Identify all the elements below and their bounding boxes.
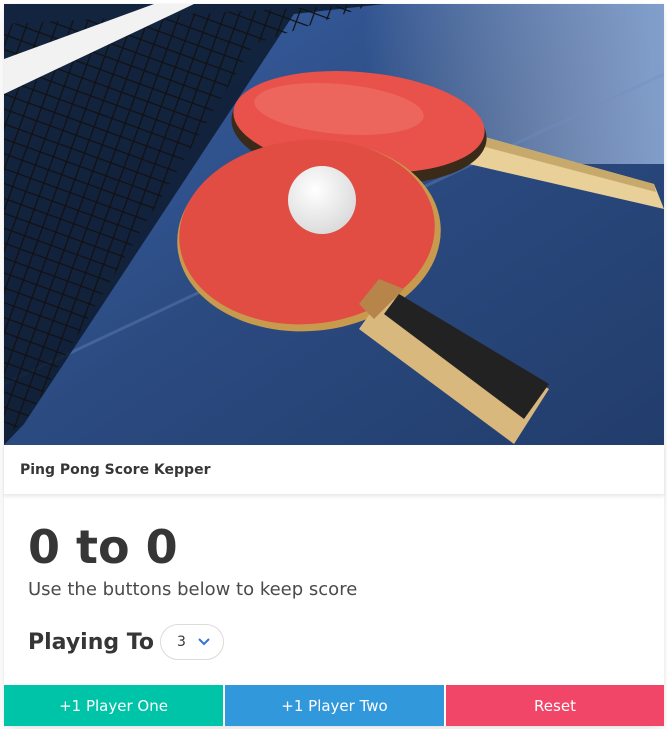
add-player-two-button[interactable]: +1 Player Two — [225, 685, 444, 726]
card-header-title: Ping Pong Score Kepper — [20, 461, 211, 478]
add-player-one-button[interactable]: +1 Player One — [4, 685, 223, 726]
reset-button[interactable]: Reset — [446, 685, 664, 726]
playing-to-select[interactable]: 3 — [159, 624, 224, 660]
score-display: 0 to 0 — [28, 520, 178, 574]
card-header: Ping Pong Score Kepper — [4, 445, 664, 495]
card-footer: +1 Player One +1 Player Two Reset — [4, 685, 664, 726]
playing-to-value: 3 — [176, 634, 186, 650]
score-card: Ping Pong Score Kepper 0 to 0 Use the bu… — [4, 4, 664, 726]
chevron-down-icon — [198, 638, 210, 646]
score-instructions: Use the buttons below to keep score — [28, 578, 358, 600]
card-content: 0 to 0 Use the buttons below to keep sco… — [28, 522, 357, 600]
ping-pong-image — [4, 4, 664, 445]
playing-to-label: Playing To — [28, 629, 154, 655]
playing-to-row: Playing To 3 — [28, 624, 224, 660]
